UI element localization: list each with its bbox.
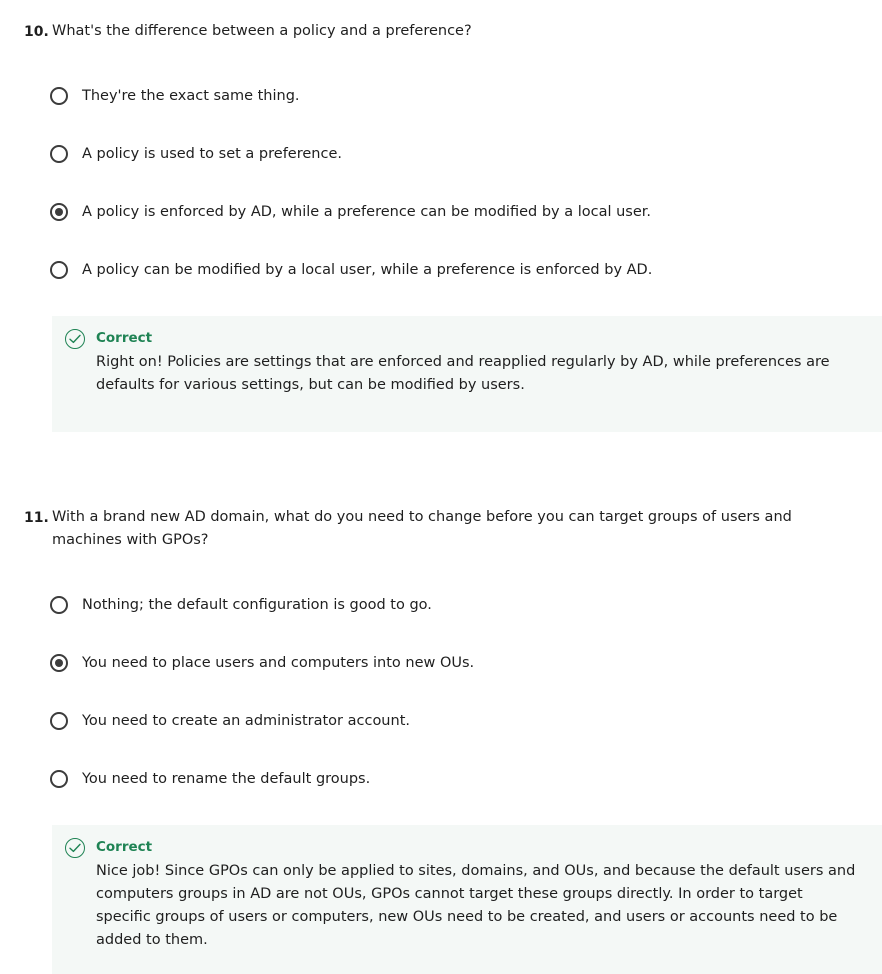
answer-option[interactable]: A policy is used to set a preference. bbox=[50, 142, 342, 166]
answer-option-label: You need to rename the default groups. bbox=[82, 771, 371, 787]
answer-option-label: A policy is enforced by AD, while a pref… bbox=[82, 204, 652, 220]
answer-option[interactable]: You need to create an administrator acco… bbox=[50, 709, 410, 733]
feedback-text: Nice job! Since GPOs can only be applied… bbox=[96, 863, 856, 948]
answer-option-label: A policy is used to set a preference. bbox=[82, 146, 342, 162]
answer-option[interactable]: Nothing; the default configuration is go… bbox=[50, 593, 432, 617]
feedback-title: Correct bbox=[96, 330, 153, 346]
check-circle-icon bbox=[65, 329, 85, 349]
answer-option-label: You need to place users and computers in… bbox=[82, 655, 475, 671]
answer-option[interactable]: A policy can be modified by a local user… bbox=[50, 258, 652, 282]
feedback-panel: Correct Nice job! Since GPOs can only be… bbox=[52, 825, 882, 974]
radio-checked-icon[interactable] bbox=[50, 654, 68, 672]
radio-unchecked-icon[interactable] bbox=[50, 145, 68, 163]
answer-option[interactable]: You need to rename the default groups. bbox=[50, 767, 370, 791]
radio-unchecked-icon[interactable] bbox=[50, 770, 68, 788]
answer-option-label: They're the exact same thing. bbox=[82, 88, 300, 104]
question-number: 11. bbox=[24, 510, 49, 526]
feedback-text: Right on! Policies are settings that are… bbox=[96, 354, 830, 393]
answer-option-label: Nothing; the default configuration is go… bbox=[82, 597, 432, 613]
feedback-panel: Correct Right on! Policies are settings … bbox=[52, 316, 882, 432]
answer-option-selected[interactable]: A policy is enforced by AD, while a pref… bbox=[50, 200, 651, 224]
radio-unchecked-icon[interactable] bbox=[50, 712, 68, 730]
feedback-title: Correct bbox=[96, 839, 153, 855]
question-prompt: 10. What's the difference between a poli… bbox=[24, 20, 864, 43]
check-circle-icon bbox=[65, 838, 85, 858]
radio-unchecked-icon[interactable] bbox=[50, 596, 68, 614]
question-text: With a brand new AD domain, what do you … bbox=[52, 509, 792, 548]
answer-option-label: You need to create an administrator acco… bbox=[82, 713, 410, 729]
question-prompt: 11. With a brand new AD domain, what do … bbox=[24, 506, 864, 552]
question-text: What's the difference between a policy a… bbox=[52, 23, 472, 39]
radio-unchecked-icon[interactable] bbox=[50, 261, 68, 279]
radio-checked-icon[interactable] bbox=[50, 203, 68, 221]
answer-option-label: A policy can be modified by a local user… bbox=[82, 262, 653, 278]
question-number: 10. bbox=[24, 24, 49, 40]
answer-option-selected[interactable]: You need to place users and computers in… bbox=[50, 651, 474, 675]
radio-unchecked-icon[interactable] bbox=[50, 87, 68, 105]
answer-option[interactable]: They're the exact same thing. bbox=[50, 84, 300, 108]
